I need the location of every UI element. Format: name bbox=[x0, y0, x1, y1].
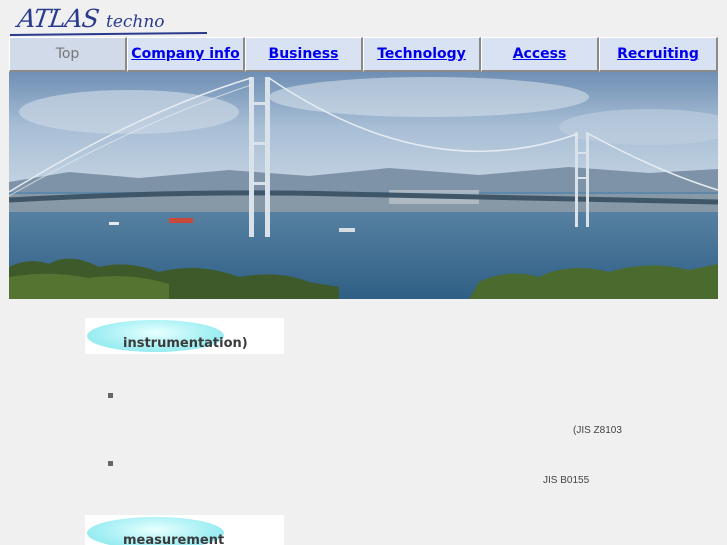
nav-item-business[interactable]: Business bbox=[245, 37, 363, 72]
list-bullet bbox=[108, 393, 113, 398]
list-bullet bbox=[108, 461, 113, 466]
hero-banner-image bbox=[9, 72, 718, 299]
nav-item-recruiting[interactable]: Recruiting bbox=[599, 37, 718, 72]
note-jis-b0155: JIS B0155 bbox=[543, 475, 590, 486]
nav-item-access[interactable]: Access bbox=[481, 37, 599, 72]
logo-brand: ATLAS bbox=[15, 4, 101, 33]
site-logo[interactable]: ATLAS techno wave bbox=[9, 4, 210, 52]
nav-item-company-info[interactable]: Company info bbox=[127, 37, 245, 72]
main-nav: Top Company info Business Technology Acc… bbox=[9, 37, 718, 72]
nav-item-top[interactable]: Top bbox=[9, 37, 127, 72]
nav-item-technology[interactable]: Technology bbox=[363, 37, 481, 72]
heading-label: instrumentation) bbox=[123, 336, 248, 351]
heading-label: measurement bbox=[123, 533, 225, 545]
section-heading-instrumentation: instrumentation) bbox=[85, 318, 284, 354]
page: ATLAS techno wave Top Company info Busin… bbox=[0, 0, 727, 545]
section-heading-measurement: measurement bbox=[85, 515, 284, 545]
note-jis-z8103: (JIS Z8103 bbox=[573, 425, 622, 436]
